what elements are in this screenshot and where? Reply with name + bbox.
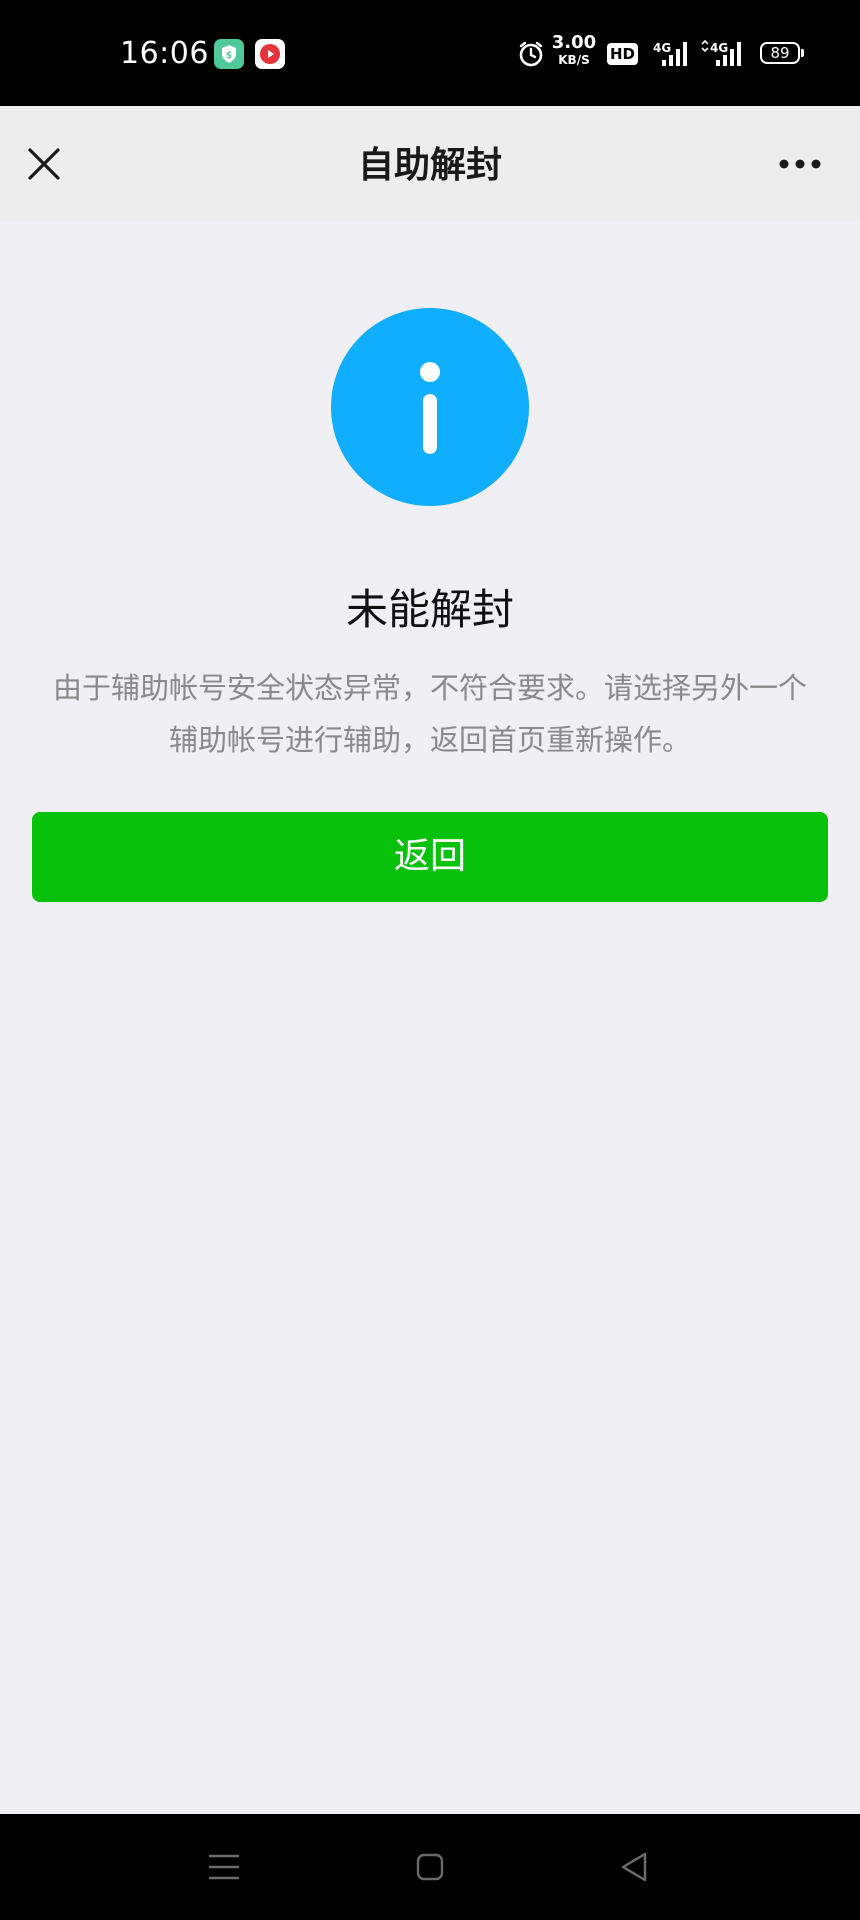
signal-1-label: 4G (653, 41, 671, 55)
signal-2-label: 4G (710, 41, 728, 55)
shield-app-icon: $ (214, 39, 244, 69)
home-icon (416, 1853, 444, 1881)
nav-header: 自助解封 (0, 106, 860, 222)
result-description: 由于辅助帐号安全状态异常，不符合要求。请选择另外一个辅助帐号进行辅助，返回首页重… (52, 671, 807, 757)
video-app-icon (255, 39, 285, 69)
result-page: 未能解封 由于辅助帐号安全状态异常，不符合要求。请选择另外一个辅助帐号进行辅助，… (0, 222, 860, 1814)
signal-icon: 4G (700, 38, 746, 72)
network-speed: 3.00 KB/S (548, 32, 600, 67)
status-time: 16:06 (120, 36, 209, 71)
return-button[interactable]: 返回 (32, 812, 828, 902)
system-home-button[interactable] (410, 1847, 450, 1887)
alarm-icon (517, 40, 545, 72)
battery-icon: 89 (760, 42, 804, 64)
more-button[interactable] (770, 136, 830, 192)
system-menu-button[interactable] (204, 1847, 244, 1887)
network-speed-value: 3.00 (551, 32, 597, 53)
system-back-button[interactable] (614, 1847, 654, 1887)
system-nav-bar (0, 1814, 860, 1920)
status-bar: 16:06 $ 3.00 KB/S HD 4G 4G 89 (0, 0, 860, 106)
network-speed-unit: KB/S (558, 53, 590, 67)
info-icon (331, 308, 529, 506)
more-icon (779, 159, 821, 169)
hd-icon: HD (607, 43, 639, 65)
svg-text:$: $ (226, 51, 232, 61)
result-title: 未能解封 (345, 585, 514, 634)
menu-icon (208, 1854, 240, 1880)
back-icon (621, 1852, 647, 1882)
signal-icon: 4G (652, 38, 690, 72)
page-title: 自助解封 (357, 145, 502, 186)
